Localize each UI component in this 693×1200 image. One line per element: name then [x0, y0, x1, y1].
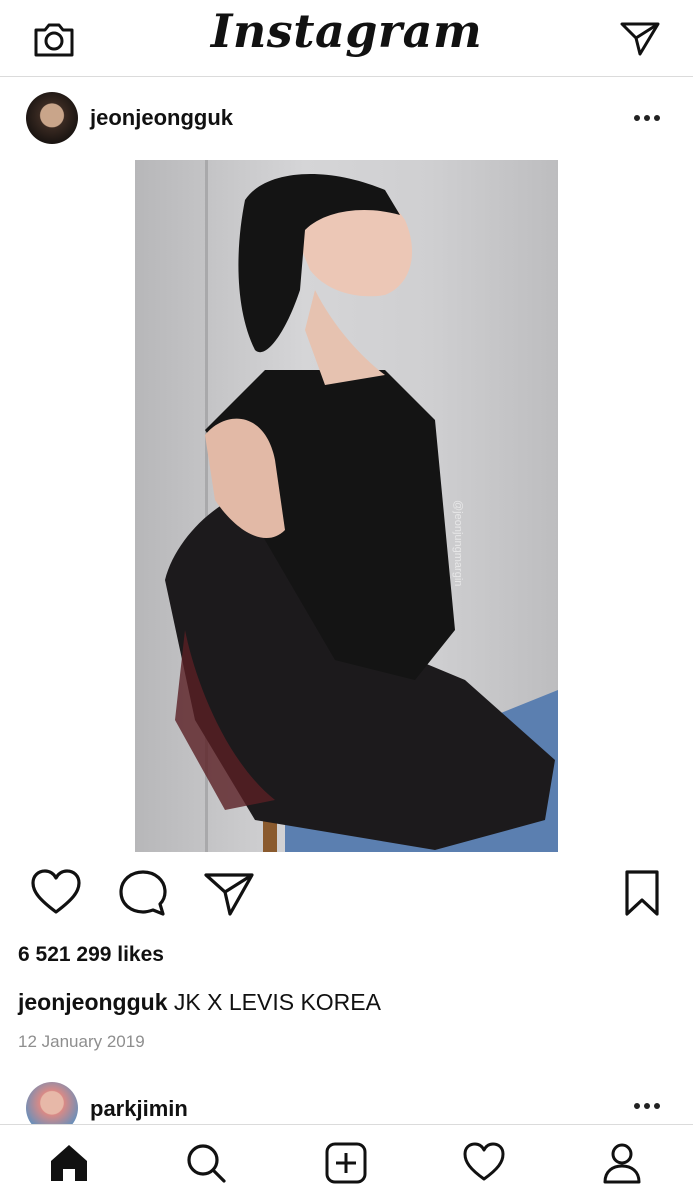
post-actions: [0, 862, 693, 922]
add-post-icon[interactable]: [324, 1141, 368, 1185]
photo-watermark: @jeonjungmargin: [452, 500, 464, 586]
more-options-icon[interactable]: [630, 108, 664, 128]
bookmark-icon[interactable]: [622, 868, 662, 918]
share-icon[interactable]: [203, 870, 255, 918]
bottom-nav: [0, 1124, 693, 1200]
activity-heart-icon[interactable]: [462, 1141, 506, 1185]
app-logo: Instagram: [210, 4, 483, 58]
post-header: jeonjeongguk: [0, 90, 693, 146]
post-photo-art: @jeonjungmargin: [165, 160, 558, 852]
profile-icon[interactable]: [600, 1141, 644, 1185]
post-caption: jeonjeongguk JK X LEVIS KOREA: [18, 989, 381, 1016]
direct-message-icon[interactable]: [618, 18, 662, 58]
post-photo[interactable]: @jeonjungmargin: [135, 160, 558, 852]
caption-text: JK X LEVIS KOREA: [173, 989, 381, 1015]
comment-icon[interactable]: [117, 868, 169, 918]
likes-count[interactable]: 6 521 299 likes: [18, 943, 164, 967]
avatar[interactable]: [26, 92, 78, 144]
home-icon[interactable]: [47, 1141, 91, 1185]
next-post-username[interactable]: parkjimin: [90, 1096, 188, 1122]
post-username[interactable]: jeonjeongguk: [90, 105, 233, 131]
more-options-icon[interactable]: [630, 1096, 664, 1116]
heart-icon[interactable]: [30, 868, 82, 918]
caption-username[interactable]: jeonjeongguk: [18, 989, 168, 1015]
next-post-header: parkjimin: [0, 1080, 693, 1134]
search-icon[interactable]: [184, 1141, 228, 1185]
post-date: 12 January 2019: [18, 1032, 145, 1051]
top-bar: Instagram: [0, 0, 693, 77]
